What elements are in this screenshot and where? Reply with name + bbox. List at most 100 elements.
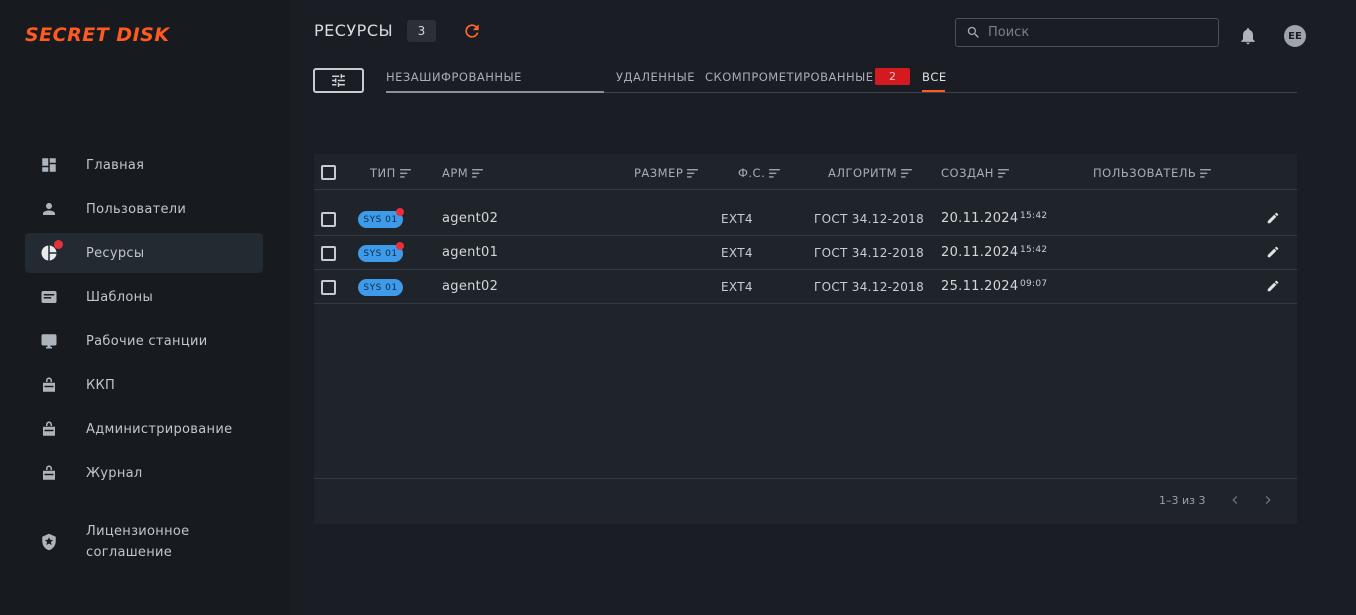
tab-label: ВСЕ — [922, 70, 947, 84]
sort-icon — [472, 168, 484, 178]
column-header-size[interactable]: РАЗМЕР — [634, 166, 699, 180]
arm-cell: agent01 — [442, 245, 499, 260]
fs-cell: EXT4 — [721, 246, 753, 260]
search-icon — [967, 26, 979, 38]
tab-unencrypted[interactable]: НЕЗАШИФРОВАННЫЕ — [386, 70, 522, 92]
fs-cell: EXT4 — [721, 212, 753, 226]
column-header-label: Ф.С. — [738, 166, 766, 180]
tab-deleted[interactable]: УДАЛЕННЫЕ — [616, 70, 695, 92]
sidebar-item-workstations[interactable]: Рабочие станции — [25, 321, 263, 361]
alert-dot — [396, 242, 404, 250]
sort-icon — [1200, 168, 1212, 178]
sidebar-item-label: Рабочие станции — [86, 333, 208, 349]
column-header-fs[interactable]: Ф.С. — [738, 166, 781, 180]
filter-settings-button[interactable] — [313, 68, 364, 93]
sidebar-item-home[interactable]: Главная — [25, 145, 263, 185]
edit-icon[interactable] — [1266, 278, 1280, 292]
notification-dot — [54, 240, 63, 249]
row-divider — [314, 303, 1297, 304]
created-time-cell: 15:42 — [1020, 245, 1048, 255]
tune-icon — [332, 74, 345, 87]
column-header-type[interactable]: ТИП — [370, 166, 411, 180]
template-icon — [39, 287, 59, 307]
fs-cell: EXT4 — [721, 280, 753, 294]
pie-chart-icon — [39, 240, 63, 263]
created-time-cell: 15:42 — [1020, 211, 1048, 221]
person-icon — [39, 199, 59, 219]
sidebar-item-label: Администрирование — [86, 421, 233, 437]
row-checkbox[interactable] — [321, 212, 336, 227]
column-header-label: АЛГОРИТМ — [828, 166, 898, 180]
sidebar-item-templates[interactable]: Шаблоны — [25, 277, 263, 317]
compromised-count-badge: 2 — [875, 68, 910, 85]
sort-icon — [769, 168, 781, 178]
sidebar-item-license[interactable]: Лицензионное соглашение — [25, 520, 263, 564]
row-checkbox[interactable] — [321, 280, 336, 295]
refresh-icon[interactable] — [462, 21, 482, 41]
main-content: РЕСУРСЫ 3 EE НЕЗАШИФРОВАННЫЕ УДАЛЕННЫЕ С… — [290, 0, 1356, 615]
row-checkbox[interactable] — [321, 246, 336, 261]
column-header-label: СОЗДАН — [941, 166, 994, 180]
sidebar-item-label: Пользователи — [86, 201, 187, 217]
sidebar-item-users[interactable]: Пользователи — [25, 189, 263, 229]
tab-label: НЕЗАШИФРОВАННЫЕ — [386, 70, 522, 84]
lock-box-icon — [39, 375, 59, 395]
lock-box-icon — [39, 463, 59, 483]
page-title: РЕСУРСЫ — [314, 21, 394, 40]
sidebar: SECRET DISK Главная Пользователи Ресурсы… — [0, 0, 290, 615]
sidebar-item-journal[interactable]: Журнал — [25, 453, 263, 493]
arm-cell: agent02 — [442, 279, 499, 294]
column-header-arm[interactable]: АРМ — [442, 166, 484, 180]
chevron-right-icon[interactable] — [1260, 492, 1276, 508]
table-row[interactable]: SYS 01 agent02 EXT4 ГОСТ 34.12-2018 25.1… — [314, 270, 1297, 304]
sort-icon — [399, 168, 411, 178]
table-row[interactable]: SYS 01 agent02 EXT4 ГОСТ 34.12-2018 20.1… — [314, 202, 1297, 236]
column-header-algorithm[interactable]: АЛГОРИТМ — [828, 166, 912, 180]
app-logo: SECRET DISK — [25, 24, 170, 46]
sidebar-item-label: Шаблоны — [86, 289, 154, 305]
type-badge: SYS 01 — [358, 279, 403, 296]
shield-star-icon — [39, 532, 59, 552]
tab-compromised[interactable]: СКОМПРОМЕТИРОВАННЫЕ — [705, 70, 874, 92]
search-input[interactable] — [988, 25, 1208, 40]
resources-table: ТИП АРМ РАЗМЕР Ф.С. АЛГОРИТМ СОЗДАН ПОЛЬ… — [314, 154, 1297, 524]
bell-icon[interactable] — [1238, 26, 1258, 48]
tabs-divider — [386, 91, 1297, 93]
sidebar-item-label: ККП — [86, 377, 116, 393]
sidebar-item-label: Лицензионное соглашение — [86, 524, 190, 560]
sidebar-item-administration[interactable]: Администрирование — [25, 409, 263, 449]
select-all-checkbox[interactable] — [321, 165, 336, 180]
created-date-cell: 20.11.2024 — [941, 245, 1019, 260]
edit-icon[interactable] — [1266, 244, 1280, 258]
alert-dot — [396, 208, 404, 216]
header-divider — [314, 189, 1297, 190]
column-header-label: ТИП — [370, 166, 396, 180]
chevron-left-icon[interactable] — [1227, 492, 1243, 508]
dashboard-icon — [39, 155, 59, 175]
sidebar-item-resources[interactable]: Ресурсы — [25, 233, 263, 273]
search-field[interactable] — [955, 18, 1219, 47]
algorithm-cell: ГОСТ 34.12-2018 — [814, 280, 925, 294]
created-date-cell: 20.11.2024 — [941, 211, 1019, 226]
sidebar-item-label: Главная — [86, 157, 145, 173]
created-time-cell: 09:07 — [1020, 279, 1048, 289]
avatar[interactable]: EE — [1284, 25, 1306, 47]
sidebar-item-kkp[interactable]: ККП — [25, 365, 263, 405]
column-header-label: РАЗМЕР — [634, 166, 684, 180]
sort-icon — [687, 168, 699, 178]
sort-icon — [901, 168, 912, 178]
pagination-range: 1–3 из 3 — [1159, 494, 1206, 507]
monitor-icon — [39, 331, 59, 351]
column-header-user[interactable]: ПОЛЬЗОВАТЕЛЬ — [1093, 166, 1212, 180]
resource-count-badge: 3 — [407, 20, 436, 42]
edit-icon[interactable] — [1266, 210, 1280, 224]
tab-label: СКОМПРОМЕТИРОВАННЫЕ — [705, 70, 874, 84]
tab-label: УДАЛЕННЫЕ — [616, 70, 695, 84]
created-date-cell: 25.11.2024 — [941, 279, 1019, 294]
sidebar-item-label: Ресурсы — [86, 245, 145, 261]
tab-all[interactable]: ВСЕ — [922, 70, 947, 92]
column-header-created[interactable]: СОЗДАН — [941, 166, 1009, 180]
sidebar-item-label: Журнал — [86, 465, 143, 481]
table-row[interactable]: SYS 01 agent01 EXT4 ГОСТ 34.12-2018 20.1… — [314, 236, 1297, 270]
algorithm-cell: ГОСТ 34.12-2018 — [814, 212, 925, 226]
